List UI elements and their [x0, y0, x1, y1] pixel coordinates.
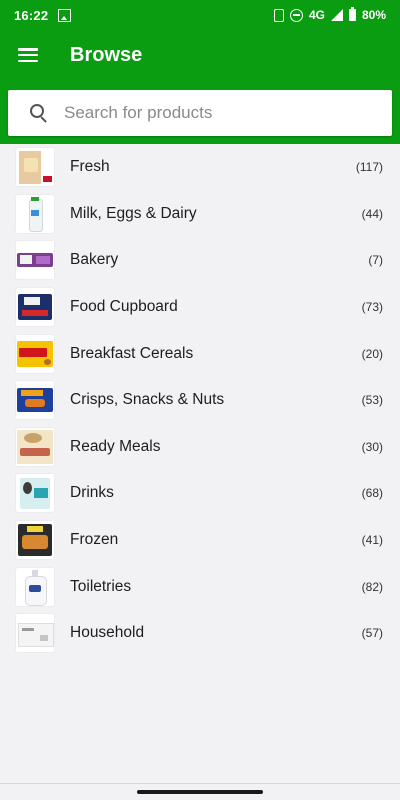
- do-not-disturb-icon: [289, 8, 303, 22]
- category-row-milk-eggs-dairy[interactable]: Milk, Eggs & Dairy (44): [0, 191, 400, 238]
- category-row-food-cupboard[interactable]: Food Cupboard (73): [0, 284, 400, 331]
- frozen-category-thumbnail: [16, 521, 54, 560]
- category-count: (30): [361, 439, 383, 454]
- vibrate-icon: [273, 8, 284, 22]
- fresh-category-thumbnail: [16, 148, 54, 187]
- category-count: (82): [361, 579, 383, 594]
- category-count: (68): [361, 486, 383, 501]
- category-label: Ready Meals: [70, 437, 161, 455]
- category-count: (53): [361, 393, 383, 408]
- toiletries-category-thumbnail: [16, 567, 54, 606]
- household-category-thumbnail: [16, 614, 54, 653]
- category-label: Breakfast Cereals: [70, 344, 194, 362]
- category-row-toiletries[interactable]: Toiletries (82): [0, 563, 400, 610]
- category-count: (117): [355, 160, 383, 175]
- category-label: Toiletries: [70, 577, 132, 595]
- category-row-household[interactable]: Household (57): [0, 610, 400, 657]
- category-count: (57): [361, 626, 383, 641]
- category-label: Crisps, Snacks & Nuts: [70, 391, 225, 409]
- category-row-frozen[interactable]: Frozen (41): [0, 517, 400, 564]
- search-icon: [30, 104, 48, 122]
- category-label: Bakery: [70, 251, 119, 269]
- category-label: Food Cupboard: [70, 298, 178, 316]
- image-notification-icon: [58, 8, 72, 22]
- status-bar: 16:22 4G 80%: [0, 0, 400, 30]
- drinks-category-thumbnail: [16, 474, 54, 513]
- battery-icon: [348, 7, 356, 21]
- category-label: Fresh: [70, 158, 110, 176]
- search-bar[interactable]: [8, 90, 392, 136]
- category-row-bakery[interactable]: Bakery (7): [0, 237, 400, 284]
- category-list: Fresh (117) Milk, Eggs & Dairy (44) Bake…: [0, 144, 400, 657]
- category-row-ready-meals[interactable]: Ready Meals (30): [0, 424, 400, 471]
- cereals-category-thumbnail: [16, 334, 54, 373]
- category-row-breakfast-cereals[interactable]: Breakfast Cereals (20): [0, 330, 400, 377]
- category-row-fresh[interactable]: Fresh (117): [0, 144, 400, 191]
- hamburger-menu-icon[interactable]: [18, 48, 38, 62]
- page-title: Browse: [70, 43, 143, 66]
- battery-percent: 80%: [361, 8, 386, 22]
- category-label: Milk, Eggs & Dairy: [70, 204, 197, 222]
- category-label: Drinks: [70, 484, 114, 502]
- search-container: [0, 80, 400, 144]
- search-input[interactable]: [62, 102, 356, 124]
- app-bar: Browse: [0, 30, 400, 80]
- ready-meals-category-thumbnail: [16, 427, 54, 466]
- dairy-category-thumbnail: [16, 194, 54, 233]
- category-count: (44): [361, 206, 383, 221]
- signal-icon: [330, 9, 343, 21]
- home-gesture-handle[interactable]: [137, 790, 263, 794]
- food-cupboard-category-thumbnail: [16, 288, 54, 327]
- category-label: Frozen: [70, 531, 119, 549]
- bakery-category-thumbnail: [16, 241, 54, 280]
- category-count: (20): [361, 346, 383, 361]
- category-label: Household: [70, 624, 145, 642]
- category-row-crisps-snacks-nuts[interactable]: Crisps, Snacks & Nuts (53): [0, 377, 400, 424]
- snacks-category-thumbnail: [16, 381, 54, 420]
- category-count: (7): [368, 253, 383, 268]
- status-time: 16:22: [14, 7, 49, 23]
- category-count: (73): [361, 300, 383, 315]
- category-count: (41): [361, 533, 383, 548]
- category-row-drinks[interactable]: Drinks (68): [0, 470, 400, 517]
- status-indicators: 4G 80%: [273, 7, 386, 22]
- network-type: 4G: [308, 8, 325, 22]
